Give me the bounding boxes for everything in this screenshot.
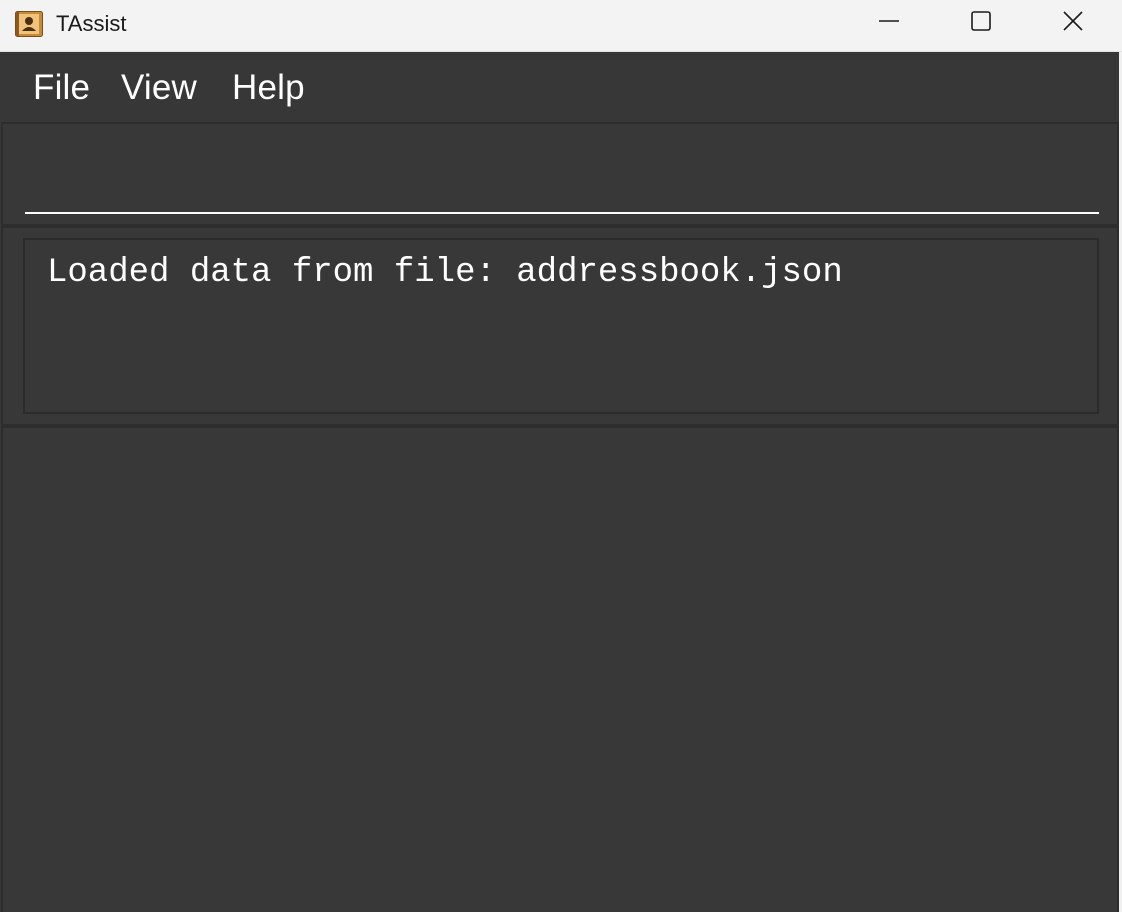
- person-list-panel[interactable]: [1, 426, 1119, 912]
- maximize-button[interactable]: [935, 0, 1027, 46]
- close-icon: [1062, 10, 1084, 37]
- result-message: Loaded data from file: addressbook.json: [47, 254, 843, 292]
- result-display-box[interactable]: Loaded data from file: addressbook.json: [23, 238, 1099, 414]
- title-bar[interactable]: TAssist: [0, 0, 1122, 52]
- result-display-panel: Loaded data from file: addressbook.json: [1, 226, 1119, 426]
- close-button[interactable]: [1027, 0, 1119, 46]
- menu-file[interactable]: File: [33, 66, 90, 110]
- minimize-button[interactable]: [843, 0, 935, 46]
- command-input[interactable]: [25, 138, 1099, 214]
- address-book-icon: [15, 11, 43, 37]
- window-title: TAssist: [56, 11, 127, 36]
- maximize-icon: [970, 10, 992, 37]
- minimize-icon: [878, 10, 900, 37]
- menu-view[interactable]: View: [121, 66, 197, 110]
- menu-bar: File View Help: [0, 52, 1122, 122]
- menu-help[interactable]: Help: [232, 66, 305, 110]
- app-window: TAssist File View Help Loaded data from …: [0, 0, 1122, 912]
- command-box-panel: [1, 122, 1119, 226]
